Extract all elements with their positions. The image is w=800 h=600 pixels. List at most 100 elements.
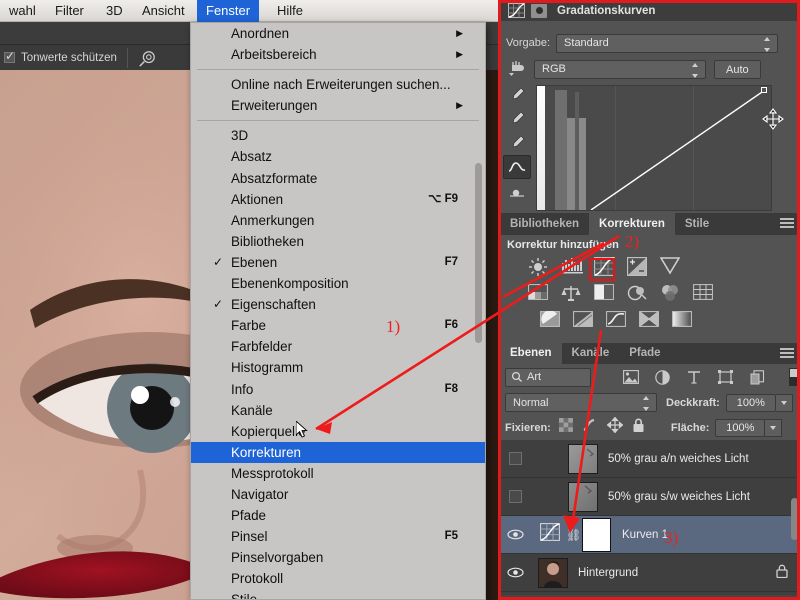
lock-position-icon[interactable]	[606, 416, 624, 438]
color-lookup-icon[interactable]	[693, 284, 715, 304]
menu-bar[interactable]: wahl Filter 3D Ansicht Fenster Hilfe	[0, 0, 500, 22]
posterize-icon[interactable]	[573, 311, 595, 331]
menu-item-ansicht[interactable]: Ansicht	[133, 0, 194, 22]
adjustments-tab-bar[interactable]: Bibliotheken Korrekturen Stile	[500, 213, 800, 235]
menu-3d[interactable]: 3D	[191, 125, 485, 146]
layers-tab-bar[interactable]: Ebenen Kanäle Pfade	[500, 342, 800, 364]
menu-absatz[interactable]: Absatz	[191, 146, 485, 167]
selective-color-icon[interactable]	[639, 311, 661, 331]
hue-saturation-icon[interactable]	[528, 284, 550, 304]
quick-mask-toggle[interactable]	[789, 368, 800, 386]
table-row[interactable]: Hintergrund	[500, 554, 800, 592]
layer-filter-dropdown[interactable]: Art	[505, 367, 591, 387]
eyedropper-gray-icon[interactable]	[503, 107, 531, 131]
invert-icon[interactable]	[540, 310, 562, 331]
menu-item-hilfe[interactable]: Hilfe	[268, 0, 312, 22]
layer-mask-thumbnail[interactable]	[582, 517, 611, 552]
curves-layer-icon[interactable]	[540, 523, 560, 546]
filter-type-icon[interactable]	[684, 367, 704, 387]
opacity-stepper[interactable]	[775, 393, 793, 412]
menu-eigenschaften[interactable]: ✓ Eigenschaften	[191, 294, 485, 315]
menu-pfade[interactable]: Pfade	[191, 505, 485, 526]
menu-histogramm[interactable]: Histogramm	[191, 357, 485, 378]
fill-value[interactable]: 100%	[715, 418, 766, 437]
layer-thumbnail[interactable]	[568, 481, 598, 512]
black-white-icon[interactable]	[594, 284, 616, 304]
tab-ebenen[interactable]: Ebenen	[500, 342, 562, 364]
menu-anmerkungen[interactable]: Anmerkungen	[191, 210, 485, 231]
menu-item-fenster[interactable]: Fenster	[197, 0, 260, 22]
exposure-icon[interactable]	[627, 257, 649, 277]
table-row[interactable]: 50% grau s/w weiches Licht	[500, 478, 800, 516]
opacity-value[interactable]: 100%	[725, 393, 776, 412]
auto-button[interactable]: Auto	[714, 59, 761, 79]
visibility-toggle[interactable]	[500, 567, 530, 578]
menu-item-3d[interactable]: 3D	[97, 0, 132, 22]
visibility-toggle[interactable]	[500, 490, 530, 503]
filter-smart-object-icon[interactable]	[747, 367, 767, 387]
protect-tones-checkbox[interactable]	[4, 49, 15, 63]
lock-image-icon[interactable]	[582, 418, 598, 437]
table-row[interactable]: 50% grau a/n weiches Licht	[500, 440, 800, 478]
menu-messprotokoll[interactable]: Messprotokoll	[191, 463, 485, 484]
vibrance-icon[interactable]	[659, 257, 682, 277]
tab-pfade[interactable]: Pfade	[619, 342, 670, 364]
menu-kopierquelle[interactable]: Kopierquelle	[191, 421, 485, 442]
channel-dropdown[interactable]: RGB	[534, 59, 706, 79]
menu-ebenen[interactable]: ✓ Ebenen F7	[191, 252, 485, 273]
fill-stepper[interactable]	[765, 418, 783, 437]
menu-ebenenkomposition[interactable]: Ebenenkomposition	[191, 273, 485, 294]
menu-bibliotheken[interactable]: Bibliotheken	[191, 231, 485, 252]
menu-anordnen[interactable]: Anordnen ▶	[191, 23, 485, 44]
airbrush-icon[interactable]	[138, 49, 156, 67]
brightness-contrast-icon[interactable]	[528, 257, 550, 277]
gradient-map-icon[interactable]	[672, 311, 694, 331]
layers-scrollbar[interactable]	[791, 498, 798, 540]
photo-filter-icon[interactable]	[627, 284, 649, 304]
threshold-icon[interactable]	[606, 311, 628, 331]
menu-pinselvorgaben[interactable]: Pinselvorgaben	[191, 547, 485, 568]
menu-farbe[interactable]: Farbe F6	[191, 315, 485, 336]
menu-online-erweiterungen[interactable]: Online nach Erweiterungen suchen...	[191, 74, 485, 95]
link-mask-icon[interactable]: ⛓	[566, 528, 581, 542]
lock-all-icon[interactable]	[632, 418, 645, 438]
menu-erweiterungen[interactable]: Erweiterungen ▶	[191, 95, 485, 116]
menu-arbeitsbereich[interactable]: Arbeitsbereich ▶	[191, 44, 485, 65]
color-balance-icon[interactable]	[561, 284, 583, 304]
eyedropper-black-icon[interactable]	[503, 83, 531, 107]
levels-icon[interactable]	[561, 257, 583, 277]
menu-kanaele[interactable]: Kanäle	[191, 400, 485, 421]
filter-shape-icon[interactable]	[716, 367, 736, 387]
window-menu-dropdown[interactable]: Anordnen ▶ Arbeitsbereich ▶ Online nach …	[190, 22, 486, 600]
layer-list[interactable]: 50% grau a/n weiches Licht 50% grau s/w …	[500, 440, 800, 595]
menu-stile[interactable]: Stile	[191, 589, 485, 599]
layer-thumbnail[interactable]	[538, 557, 568, 588]
panel-menu-icon[interactable]	[780, 218, 794, 230]
menu-info[interactable]: Info F8	[191, 379, 485, 400]
curve-control-point[interactable]	[761, 87, 767, 93]
visibility-toggle[interactable]	[500, 452, 530, 465]
curves-graph[interactable]	[536, 85, 772, 211]
filter-pixel-icon[interactable]	[621, 367, 641, 387]
curve-pencil-icon[interactable]	[503, 155, 531, 179]
menu-protokoll[interactable]: Protokoll	[191, 568, 485, 589]
tab-stile[interactable]: Stile	[675, 213, 719, 235]
menu-absatzformate[interactable]: Absatzformate	[191, 168, 485, 189]
table-row[interactable]: ⛓ Kurven 1	[500, 516, 800, 554]
lock-transparency-icon[interactable]	[558, 418, 573, 437]
menu-item-filter[interactable]: Filter	[46, 0, 93, 22]
layer-thumbnail[interactable]	[568, 443, 598, 474]
menu-navigator[interactable]: Navigator	[191, 484, 485, 505]
smooth-curve-icon[interactable]	[503, 179, 531, 203]
menu-scrollbar[interactable]	[475, 163, 482, 343]
filter-adjustment-icon[interactable]	[653, 367, 673, 387]
menu-aktionen[interactable]: Aktionen ⌥ F9	[191, 189, 485, 210]
menu-item-wahl[interactable]: wahl	[0, 0, 45, 22]
on-image-adjust-icon[interactable]	[507, 59, 531, 79]
menu-korrekturen[interactable]: Korrekturen	[191, 441, 485, 463]
blend-mode-dropdown[interactable]: Normal	[505, 393, 657, 412]
panel-menu-icon[interactable]	[780, 348, 794, 360]
eyedropper-white-icon[interactable]	[503, 131, 531, 155]
menu-pinsel[interactable]: Pinsel F5	[191, 526, 485, 547]
visibility-toggle[interactable]	[500, 529, 530, 540]
